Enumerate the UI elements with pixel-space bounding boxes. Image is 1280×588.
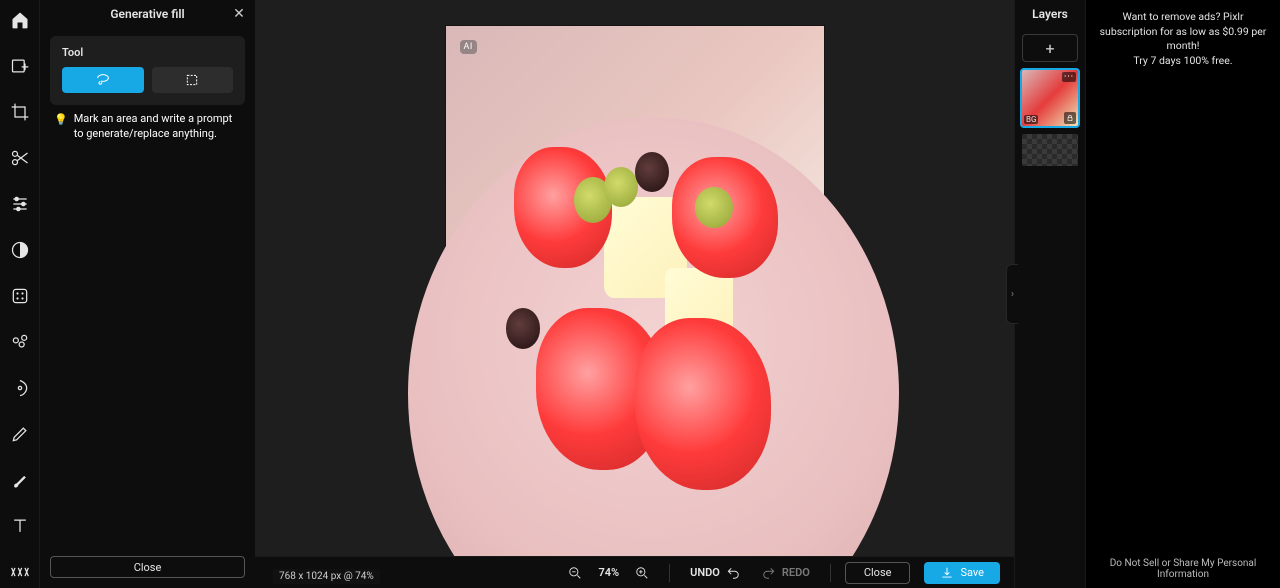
tool-label: Tool	[62, 46, 233, 59]
ad-column: Want to remove ads? Pixlr subscription f…	[1085, 0, 1280, 588]
undo-button[interactable]: UNDO	[684, 562, 746, 584]
history-controls: UNDO REDO	[684, 562, 816, 584]
elements-tool-icon[interactable]	[6, 558, 34, 586]
zoom-controls: 74%	[562, 562, 655, 584]
add-layer-button[interactable]: +	[1022, 34, 1078, 62]
layers-title: Layers	[1015, 0, 1085, 28]
tool-rail	[0, 0, 40, 588]
marquee-tool-button[interactable]	[152, 67, 234, 93]
tool-selector: Tool	[50, 36, 245, 105]
panel-close-button-label: Close	[134, 561, 162, 574]
lock-icon[interactable]	[1064, 112, 1076, 124]
zoom-level: 74%	[598, 566, 619, 579]
brush-tool-icon[interactable]	[6, 466, 34, 494]
collapse-layers-button[interactable]: ›	[1006, 264, 1018, 324]
zoom-out-button[interactable]	[562, 562, 588, 584]
hint-text-row: 💡 Mark an area and write a prompt to gen…	[50, 105, 245, 142]
generative-fill-panel: Generative fill ✕ Tool 💡	[40, 0, 255, 588]
cut-tool-icon[interactable]	[6, 144, 34, 172]
close-icon[interactable]: ✕	[229, 4, 249, 24]
liquify-tool-icon[interactable]	[6, 374, 34, 402]
layer-bg-badge: BG	[1024, 115, 1038, 124]
layer-menu-icon[interactable]: ⋯	[1062, 72, 1076, 82]
undo-label: UNDO	[690, 566, 720, 579]
ad-text-1: Want to remove ads? Pixlr subscription f…	[1094, 10, 1272, 54]
add-image-tool-icon[interactable]	[6, 52, 34, 80]
lightbulb-icon: 💡	[54, 112, 68, 142]
layers-panel: Layers + ⋯ BG	[1014, 0, 1085, 588]
redo-button[interactable]: REDO	[756, 562, 816, 584]
ad-text-2: Try 7 days 100% free.	[1133, 54, 1232, 69]
effects-tool-icon[interactable]	[6, 282, 34, 310]
layer-thumb-1[interactable]: ⋯ BG	[1022, 70, 1078, 126]
home-icon[interactable]	[6, 6, 34, 34]
hint-text: Mark an area and write a prompt to gener…	[74, 111, 241, 142]
draw-tool-icon[interactable]	[6, 420, 34, 448]
canvas-image[interactable]: AI	[446, 26, 824, 530]
redo-label: REDO	[782, 566, 810, 579]
canvas[interactable]: AI	[255, 0, 1014, 556]
retouch-tool-icon[interactable]	[6, 328, 34, 356]
crop-tool-icon[interactable]	[6, 98, 34, 126]
save-button[interactable]: Save	[924, 562, 1000, 584]
privacy-link[interactable]: Do Not Sell or Share My Personal Informa…	[1094, 558, 1272, 584]
canvas-info: 768 x 1024 px @ 74%	[273, 569, 380, 584]
lasso-tool-button[interactable]	[62, 67, 144, 93]
save-button-label: Save	[960, 566, 984, 579]
layer-thumb-empty[interactable]	[1022, 134, 1078, 166]
canvas-stage: AI 768 x 1024 px @ 74% 74% UNDO	[255, 0, 1014, 588]
close-button-label: Close	[864, 566, 892, 579]
ai-badge: AI	[460, 40, 477, 54]
panel-close-button[interactable]: Close	[50, 556, 245, 578]
panel-title: Generative fill	[110, 7, 184, 21]
text-tool-icon[interactable]	[6, 512, 34, 540]
adjust-tool-icon[interactable]	[6, 190, 34, 218]
close-button[interactable]: Close	[845, 562, 911, 584]
zoom-in-button[interactable]	[629, 562, 655, 584]
contrast-tool-icon[interactable]	[6, 236, 34, 264]
